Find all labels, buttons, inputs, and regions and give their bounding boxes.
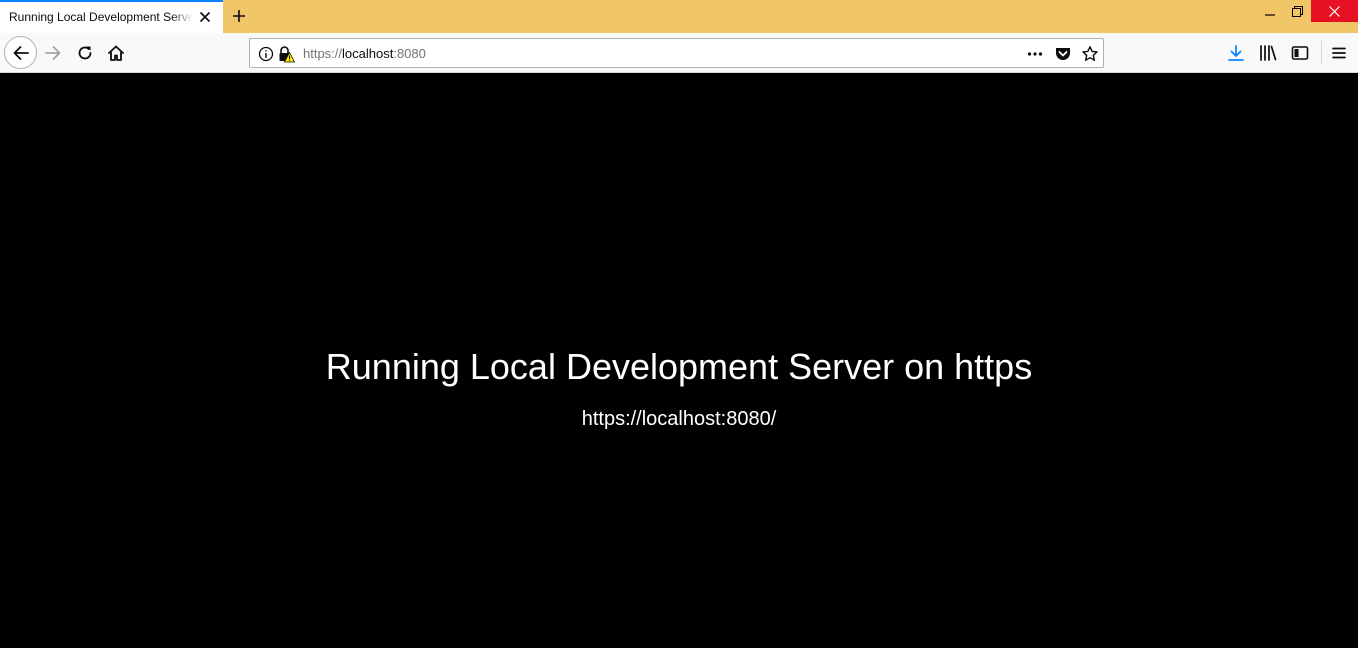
library-icon[interactable] [1256, 41, 1280, 65]
pocket-icon[interactable] [1054, 45, 1072, 63]
minimize-button[interactable] [1256, 0, 1284, 22]
url-text[interactable]: https://localhost:8080 [303, 46, 426, 61]
new-tab-button[interactable] [227, 4, 251, 28]
restore-icon [1291, 5, 1303, 17]
window-close-button[interactable] [1311, 0, 1358, 22]
url-scheme: https:// [303, 46, 343, 61]
arrow-left-icon [12, 44, 30, 62]
back-button[interactable] [4, 36, 37, 69]
minimize-icon [1265, 6, 1275, 16]
tab-title: Running Local Development Server on http… [9, 10, 193, 24]
tab-strip: Running Local Development Server on http… [0, 0, 1358, 33]
window-close-icon [1329, 5, 1340, 17]
home-icon [107, 44, 125, 62]
page-heading: Running Local Development Server on http… [325, 346, 1033, 387]
plus-icon [232, 9, 246, 23]
sidebar-icon[interactable] [1288, 41, 1312, 65]
page-url-text: https://localhost:8080/ [581, 408, 777, 430]
tab-active[interactable]: Running Local Development Server on http… [0, 0, 223, 33]
ellipsis-icon[interactable] [1026, 45, 1044, 63]
lock-warning-icon[interactable] [277, 45, 295, 63]
home-button[interactable] [100, 37, 132, 69]
toolbar-separator [1321, 41, 1322, 65]
reload-button[interactable] [69, 37, 101, 69]
download-icon[interactable] [1224, 41, 1248, 65]
hamburger-menu-icon[interactable] [1327, 41, 1351, 65]
navigation-toolbar: https://localhost:8080 [0, 33, 1358, 73]
star-icon[interactable] [1081, 45, 1099, 63]
url-port: :8080 [393, 46, 426, 61]
close-icon[interactable] [197, 9, 213, 25]
reload-icon [76, 44, 94, 62]
page-content: Running Local Development Server on http… [0, 74, 1358, 648]
arrow-right-icon [44, 44, 62, 62]
browser-window: Running Local Development Server on http… [0, 0, 1358, 648]
url-host: localhost [342, 46, 394, 61]
info-icon[interactable] [257, 45, 275, 63]
url-bar[interactable]: https://localhost:8080 [249, 38, 1104, 68]
forward-button[interactable] [37, 37, 69, 69]
restore-button[interactable] [1283, 0, 1311, 22]
